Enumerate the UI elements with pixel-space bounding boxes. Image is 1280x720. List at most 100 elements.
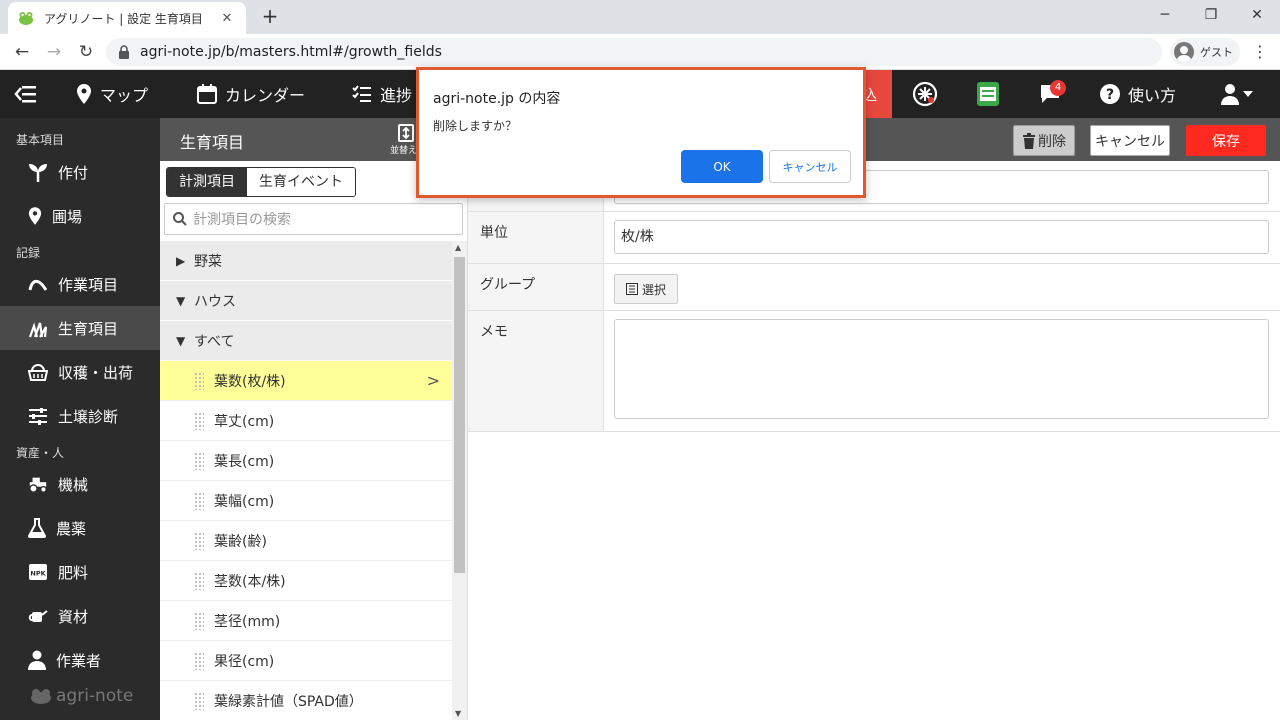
sidebar-item-work[interactable]: 作業項目 [0,262,160,306]
list-type-toggle: 計測項目 生育イベント [166,167,356,197]
svg-text:NPK: NPK [30,570,46,578]
dialog-cancel-button[interactable]: キャンセル [769,150,851,183]
window-close-icon[interactable]: ✕ [1234,0,1280,30]
list-item[interactable]: 葉齢(齢) [160,521,452,561]
unit-input[interactable]: 枚/株 [614,220,1269,254]
list-item-label: 葉緑素計値（SPAD値） [214,693,363,710]
tab-measurement-items[interactable]: 計測項目 [167,168,247,196]
sidebar-item-label: 収穫・出荷 [58,363,134,382]
drag-handle-icon[interactable] [194,451,204,470]
select-label: 選択 [641,282,666,297]
group-label: 野菜 [194,253,222,270]
nav-progress-label: 進捗 [380,86,413,105]
sidebar-item-crops[interactable]: 作付 [0,150,160,194]
tree-group-vegetables[interactable]: ▶ 野菜 [160,241,452,281]
list-item[interactable]: 茎数(本/株) [160,561,452,601]
close-icon[interactable]: ✕ [218,11,236,26]
drag-handle-icon[interactable] [194,611,204,630]
nav-help[interactable]: ? 使い方 [1100,70,1176,118]
list-item-label: 葉幅(cm) [214,493,275,510]
sidebar-item-workers[interactable]: 作業者 [0,638,160,682]
sidebar-item-fields[interactable]: 圃場 [0,194,160,238]
form-row-memo: メモ [468,311,1280,432]
drag-handle-icon[interactable] [194,691,204,710]
reload-icon[interactable]: ↻ [74,40,98,64]
tree-group-all[interactable]: ▼ すべて [160,321,452,361]
sidebar-item-label: 作業者 [56,651,102,670]
page-title: 生育項目 [180,133,245,152]
chevron-right-icon: > [426,371,440,390]
forward-icon[interactable]: → [42,40,66,64]
sidebar-section-record: 記録 [16,246,41,260]
list-item[interactable]: 果径(cm) [160,641,452,681]
memo-textarea[interactable] [614,319,1269,419]
drag-handle-icon[interactable] [194,651,204,670]
guest-profile-button[interactable]: ゲスト [1170,38,1240,66]
nav-user-menu[interactable] [1220,70,1262,118]
list-item[interactable]: 草丈(cm) [160,401,452,441]
sidebar-item-pesticides[interactable]: 農薬 [0,506,160,550]
map-pin-icon [28,207,42,225]
sidebar-item-harvest[interactable]: 収穫・出荷 [0,350,160,394]
scroll-down-icon[interactable]: ▼ [455,709,461,718]
list-item[interactable]: 葉緑素計値（SPAD値） [160,681,452,720]
scroll-up-icon[interactable]: ▲ [455,243,461,252]
item-list-panel: 計測項目 生育イベント 計測項目の検索 ▶ 野菜 ▼ ハウス ▼ すべて 葉数(枚/株… [160,161,468,720]
drag-handle-icon[interactable] [194,371,204,390]
list-item[interactable]: 葉幅(cm) [160,481,452,521]
more-menu-icon[interactable]: ⋮ [1250,40,1270,64]
drag-handle-icon[interactable] [194,411,204,430]
address-bar[interactable]: agri-note.jp/b/masters.html#/growth_fiel… [106,38,1162,66]
back-icon[interactable]: ← [10,40,34,64]
sidebar-item-fertilizer[interactable]: NPK 肥料 [0,550,160,594]
delete-button[interactable]: 削除 [1013,125,1075,156]
sidebar-item-soil[interactable]: 土壌診断 [0,394,160,438]
restore-icon[interactable]: ❐ [1188,0,1234,30]
group-select-button[interactable]: 選択 [614,274,678,304]
dialog-title: agri-note.jp の内容 [433,91,561,107]
sidebar-item-growth[interactable]: 生育項目 [0,306,160,350]
list-scrollbar[interactable]: ▲ ▼ [452,241,467,720]
cancel-button[interactable]: キャンセル [1090,125,1170,156]
menu-collapse-button[interactable] [14,70,46,118]
tree-group-house[interactable]: ▼ ハウス [160,281,452,321]
sidebar-item-label: 資材 [58,607,89,626]
list-item[interactable]: 葉長(cm) [160,441,452,481]
tab-title: アグリノート | 設定 生育項目 [44,11,203,26]
trash-icon [1023,132,1035,149]
sidebar-item-label: 機械 [58,475,89,494]
flask-icon [28,518,46,538]
sidebar-item-label: 土壌診断 [58,407,119,426]
list-item[interactable]: 茎径(mm) [160,601,452,641]
sliders-icon [29,408,47,425]
sprout-icon [29,164,47,182]
list-item-label: 葉数(枚/株) [214,373,286,390]
user-icon [1221,84,1253,105]
dialog-ok-button[interactable]: OK [681,150,763,183]
drag-handle-icon[interactable] [194,571,204,590]
tab-growth-events[interactable]: 生育イベント [247,168,355,196]
minimize-icon[interactable]: ─ [1142,0,1188,30]
new-tab-button[interactable]: + [258,4,282,28]
sidebar-item-machines[interactable]: 機械 [0,462,160,506]
browser-tab[interactable]: アグリノート | 設定 生育項目 ✕ [8,2,246,34]
search-input[interactable]: 計測項目の検索 [164,203,463,235]
nav-report[interactable] [976,70,1008,118]
scrollbar-thumb[interactable] [454,257,465,573]
nav-calendar[interactable]: カレンダー [197,70,305,118]
sidebar-item-label: 作付 [58,163,89,182]
nav-progress[interactable]: 進捗 [352,70,412,118]
group-label: すべて [194,333,235,350]
nav-map-label: マップ [100,86,149,105]
drag-handle-icon[interactable] [194,491,204,510]
drag-handle-icon[interactable] [194,531,204,550]
nav-map[interactable]: マップ [76,70,148,118]
list-icon [625,283,638,295]
nav-settings[interactable] [912,70,946,118]
nav-import-partial[interactable]: 込 [862,70,892,118]
memo-label: メモ [468,311,604,431]
sidebar-item-materials[interactable]: 資材 [0,594,160,638]
agri-note-logo: agri-note [30,686,133,706]
list-item[interactable]: 葉数(枚/株) > [160,361,452,401]
save-button[interactable]: 保存 [1186,125,1266,156]
